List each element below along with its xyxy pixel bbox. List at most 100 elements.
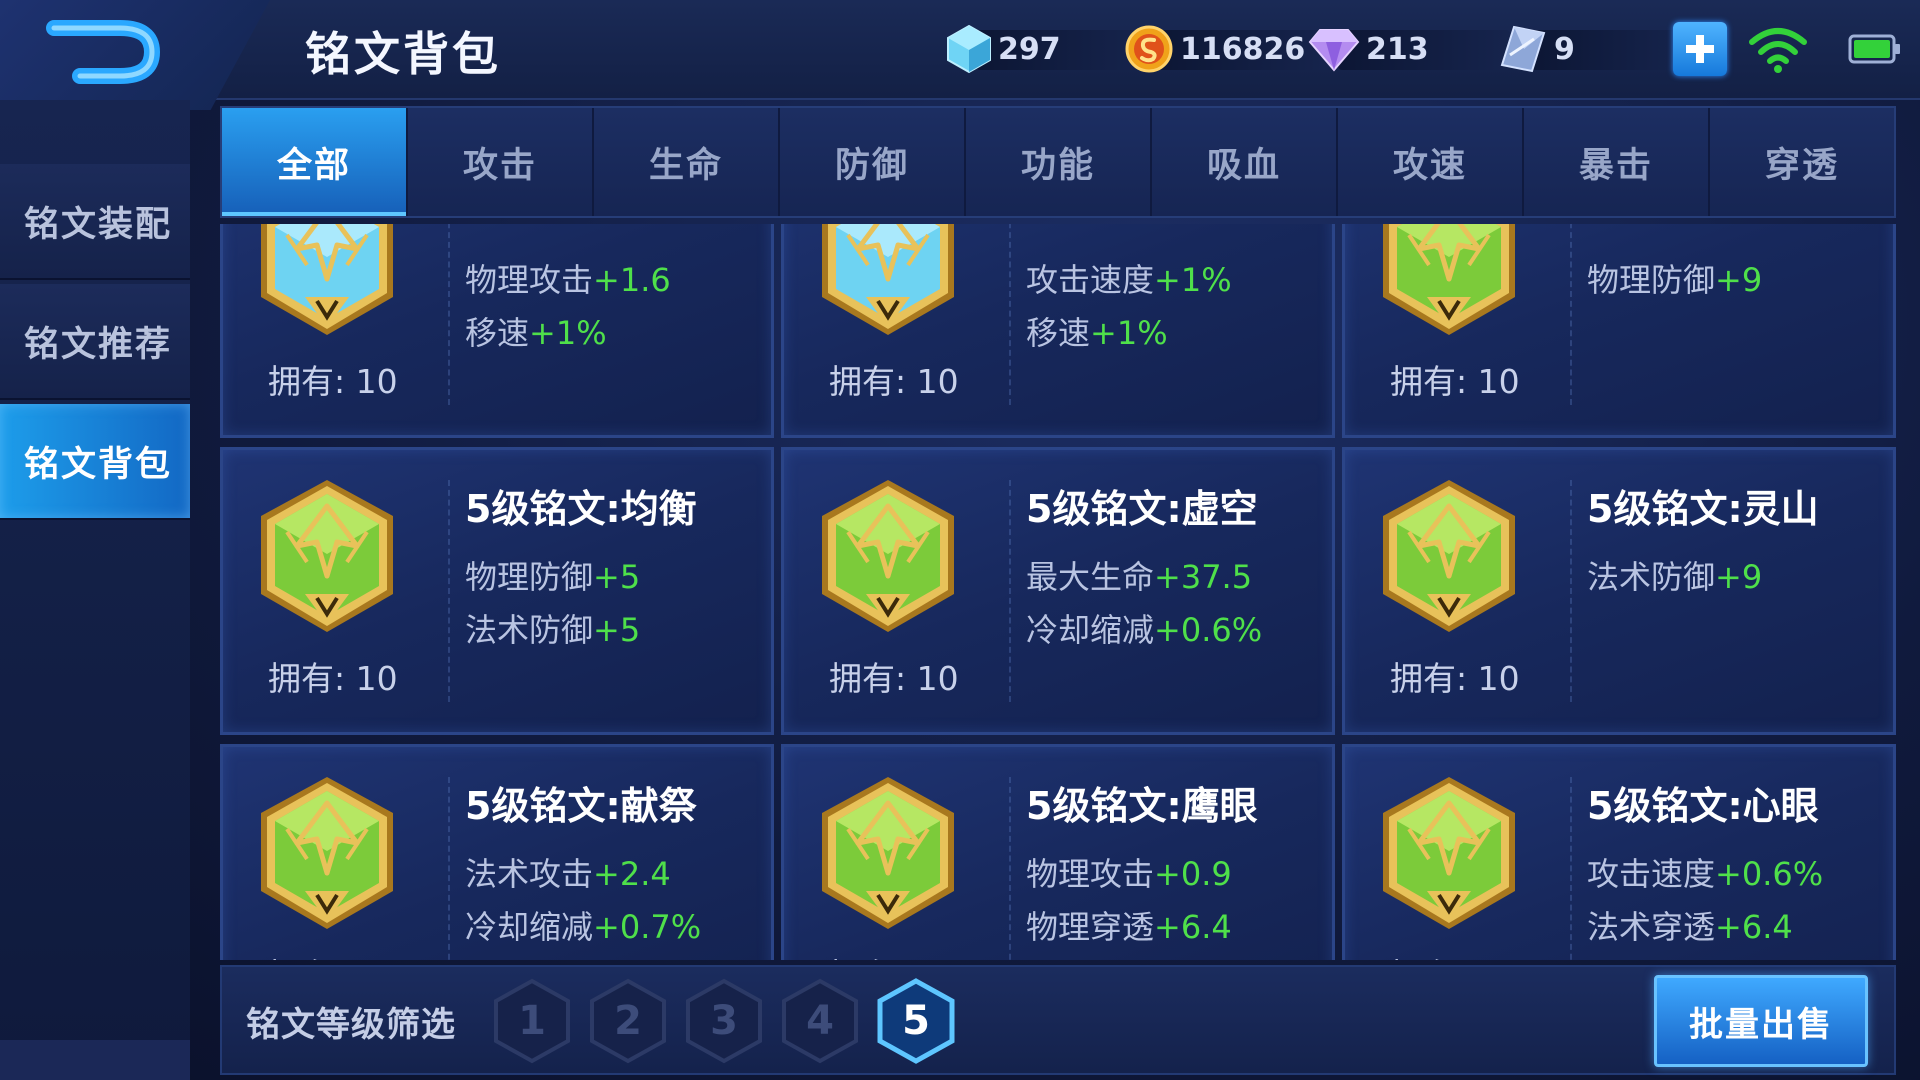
blue-rune-icon bbox=[822, 224, 954, 335]
level-filter-1[interactable]: 1 bbox=[492, 977, 572, 1065]
rune-stat-value: +37.5 bbox=[1154, 558, 1253, 596]
rune-card[interactable]: 攻击速度+1% 移速+1% 拥有: 10 bbox=[781, 224, 1335, 438]
tab-defense[interactable]: 防御 bbox=[780, 108, 966, 216]
rune-icon-wrap bbox=[257, 773, 397, 933]
tab-health[interactable]: 生命 bbox=[594, 108, 780, 216]
rune-icon-wrap bbox=[818, 773, 958, 933]
rune-stat-value: +5 bbox=[593, 558, 641, 596]
currency-pill bbox=[1528, 30, 1688, 70]
rune-grid-viewport[interactable]: 物理攻击+1.6 移速+1% 拥有: 10 攻击速度+1% 移速+1% 拥有: 10 物… bbox=[220, 224, 1896, 960]
sidebar-item-rune-bag[interactable]: 铭文背包 bbox=[0, 404, 190, 520]
tab-utility[interactable]: 功能 bbox=[966, 108, 1152, 216]
rune-stat-name: 移速 bbox=[465, 314, 530, 352]
owned-count: 10 bbox=[916, 362, 959, 401]
sidebar: 铭文装配 铭文推荐 铭文背包 bbox=[0, 100, 190, 1080]
sidebar-item-rune-recommend[interactable]: 铭文推荐 bbox=[0, 284, 190, 400]
rune-name: 5级铭文:献祭 bbox=[465, 784, 697, 828]
rune-stat-name: 法术穿透 bbox=[1587, 908, 1716, 946]
rune-owned: 拥有: 10 bbox=[829, 652, 959, 700]
level-filter-2[interactable]: 2 bbox=[588, 977, 668, 1065]
sidebar-item-rune-equip[interactable]: 铭文装配 bbox=[0, 164, 190, 280]
owned-count: 10 bbox=[917, 956, 959, 960]
rune-owned: 拥有: 10 bbox=[829, 949, 959, 960]
purple-diamond-icon bbox=[1308, 29, 1360, 72]
level-number: 5 bbox=[902, 998, 930, 1044]
rune-stat-value: +6.4 bbox=[1715, 908, 1793, 946]
rune-stat: 物理穿透+6.4 bbox=[1026, 902, 1232, 948]
rune-stat-value: +9 bbox=[1715, 261, 1763, 299]
rune-stat-name: 法术防御 bbox=[1587, 558, 1716, 596]
rune-owned: 拥有: 10 bbox=[1390, 652, 1520, 700]
silver-gem-icon bbox=[1500, 25, 1546, 73]
owned-count: 10 bbox=[356, 956, 398, 960]
owned-label: 拥有: bbox=[829, 362, 907, 401]
green-rune-icon bbox=[1383, 224, 1515, 335]
owned-count: 10 bbox=[355, 362, 398, 401]
blue-crystal-icon bbox=[947, 24, 991, 74]
sidebar-footer bbox=[0, 1040, 190, 1080]
owned-label: 拥有: bbox=[829, 956, 906, 960]
rune-stat: 法术防御+9 bbox=[1587, 552, 1762, 598]
rune-owned: 拥有: 10 bbox=[268, 652, 398, 700]
bulk-sell-button[interactable]: 批量出售 bbox=[1654, 975, 1868, 1067]
battery-icon bbox=[1848, 34, 1900, 64]
rune-stat: 冷却缩减+0.7% bbox=[465, 902, 701, 948]
back-arrow-icon bbox=[46, 20, 160, 84]
rune-stat: 移速+1% bbox=[1026, 308, 1168, 354]
back-button[interactable] bbox=[40, 14, 170, 90]
top-bar: 铭文背包 297 116826 213 9 bbox=[0, 0, 1920, 110]
rune-card[interactable]: 5级铭文:献祭法术攻击+2.4 冷却缩减+0.7% 拥有: 10 bbox=[220, 744, 774, 960]
owned-label: 拥有: bbox=[1390, 659, 1468, 698]
rune-stat-name: 法术攻击 bbox=[465, 855, 594, 893]
owned-label: 拥有: bbox=[1390, 956, 1467, 960]
rune-card[interactable]: 5级铭文:心眼攻击速度+0.6% 法术穿透+6.4 拥有: 10 bbox=[1342, 744, 1896, 960]
rune-card[interactable]: 5级铭文:虚空 最大生命+37.5 冷却缩减+0.6% 拥有: 10 bbox=[781, 447, 1335, 735]
level-filter-3[interactable]: 3 bbox=[684, 977, 764, 1065]
level-number: 4 bbox=[806, 998, 834, 1044]
page-title: 铭文背包 bbox=[305, 27, 501, 81]
rune-card[interactable]: 物理防御+9 拥有: 10 bbox=[1342, 224, 1896, 438]
rune-stat: 法术防御+5 bbox=[465, 605, 640, 651]
rune-stat: 物理防御+9 bbox=[1587, 255, 1762, 301]
rune-name: 5级铭文:鹰眼 bbox=[1026, 784, 1258, 828]
rune-stat: 最大生命+37.5 bbox=[1026, 552, 1252, 598]
rune-card[interactable]: 5级铭文:鹰眼物理攻击+0.9 物理穿透+6.4 拥有: 10 bbox=[781, 744, 1335, 960]
rune-stat: 物理攻击+1.6 bbox=[465, 255, 671, 301]
rune-name: 5级铭文:灵山 bbox=[1587, 487, 1819, 531]
rune-stat: 冷却缩减+0.6% bbox=[1026, 605, 1262, 651]
owned-label: 拥有: bbox=[829, 659, 907, 698]
rune-stat-value: +1% bbox=[529, 314, 607, 352]
currency-value: 116826 bbox=[1180, 31, 1306, 67]
owned-label: 拥有: bbox=[268, 659, 346, 698]
add-currency-button[interactable] bbox=[1673, 22, 1727, 76]
rune-stat-name: 最大生命 bbox=[1026, 558, 1155, 596]
green-rune-icon bbox=[261, 480, 393, 632]
tab-penetration[interactable]: 穿透 bbox=[1710, 108, 1894, 216]
tab-lifesteal[interactable]: 吸血 bbox=[1152, 108, 1338, 216]
blue-rune-icon bbox=[261, 224, 393, 335]
tab-attack[interactable]: 攻击 bbox=[408, 108, 594, 216]
rune-owned: 拥有: 10 bbox=[1390, 949, 1520, 960]
tab-critical[interactable]: 暴击 bbox=[1524, 108, 1710, 216]
rune-stat: 物理防御+5 bbox=[465, 552, 640, 598]
level-filter-4[interactable]: 4 bbox=[780, 977, 860, 1065]
rune-grid: 物理攻击+1.6 移速+1% 拥有: 10 攻击速度+1% 移速+1% 拥有: 10 物… bbox=[220, 224, 1896, 960]
rune-stat-value: +2.4 bbox=[593, 855, 671, 893]
rune-card[interactable]: 5级铭文:灵山 法术防御+9 拥有: 10 bbox=[1342, 447, 1896, 735]
green-rune-icon bbox=[261, 777, 393, 929]
rune-owned: 拥有: 10 bbox=[268, 949, 398, 960]
gold-coin-icon bbox=[1125, 25, 1173, 73]
green-rune-icon bbox=[822, 777, 954, 929]
rune-icon-wrap bbox=[1379, 224, 1519, 339]
rune-card[interactable]: 5级铭文:均衡 物理防御+5 法术防御+5 拥有: 10 bbox=[220, 447, 774, 735]
tab-attack-speed[interactable]: 攻速 bbox=[1338, 108, 1524, 216]
rune-stat: 移速+1% bbox=[465, 308, 607, 354]
level-filter-5[interactable]: 5 bbox=[876, 977, 956, 1065]
rune-icon-wrap bbox=[818, 224, 958, 339]
rune-stat-value: +9 bbox=[1715, 558, 1763, 596]
tab-all[interactable]: 全部 bbox=[222, 108, 408, 216]
rune-card[interactable]: 物理攻击+1.6 移速+1% 拥有: 10 bbox=[220, 224, 774, 438]
rune-stat: 法术攻击+2.4 bbox=[465, 849, 671, 895]
level-number: 1 bbox=[518, 998, 546, 1044]
rune-stat-value: +0.9 bbox=[1154, 855, 1232, 893]
